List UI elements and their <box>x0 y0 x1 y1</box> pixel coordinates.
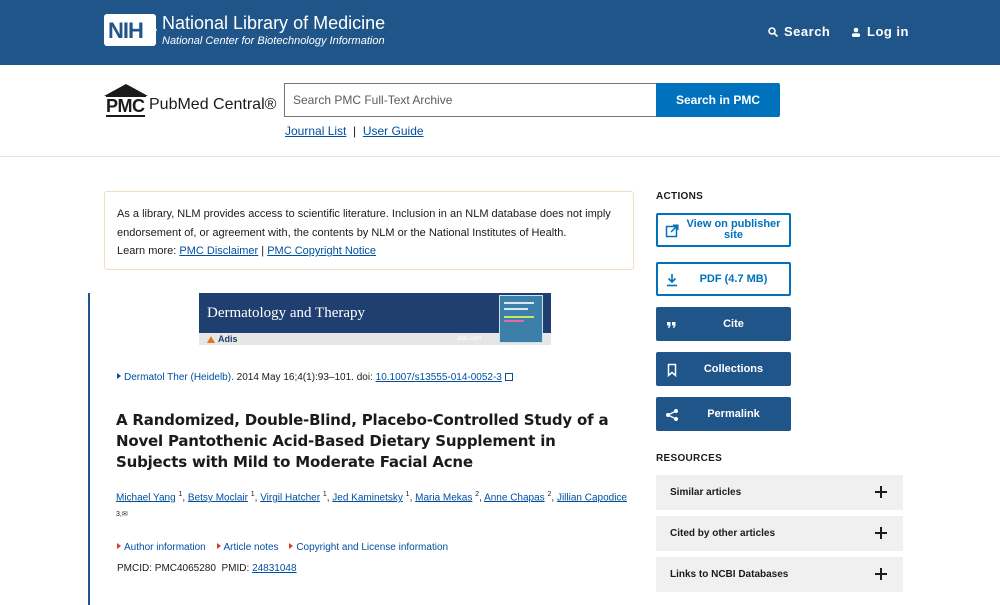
author-link[interactable]: Anne Chapas <box>484 492 545 503</box>
disclaimer-separator: | <box>261 245 265 257</box>
author-link[interactable]: Maria Mekas <box>415 492 472 503</box>
journal-citation-link[interactable]: Dermatol Ther (Heidelb). <box>124 372 234 383</box>
author-link[interactable]: Michael Yang <box>116 492 176 503</box>
author-affiliation: 1 <box>250 491 255 498</box>
collections-button[interactable]: Collections <box>656 352 791 386</box>
quote-icon <box>667 322 676 329</box>
adis-url: adis.com <box>457 336 482 342</box>
cited-by-label: Cited by other articles <box>670 528 776 539</box>
author-list: Michael Yang 1, Betsy Moclair 1, Virgil … <box>116 488 636 522</box>
login-label: Log in <box>867 24 909 39</box>
plus-icon <box>875 568 887 580</box>
pmid-link[interactable]: 24831048 <box>252 563 297 574</box>
pmcid: PMCID: PMC4065280 <box>117 563 216 574</box>
similar-articles-label: Similar articles <box>670 487 742 498</box>
pdf-download-button[interactable]: PDF (4.7 MB) <box>656 262 791 296</box>
actions-heading: ACTIONS <box>656 191 704 202</box>
article-notes-toggle[interactable]: Article notes <box>216 542 279 553</box>
plus-icon <box>875 527 887 539</box>
nlm-disclaimer: As a library, NLM provides access to sci… <box>104 191 634 270</box>
article-info-links: Author information Article notes Copyrig… <box>117 542 456 553</box>
pmc-logo[interactable]: PMC PubMed Central® <box>104 83 279 119</box>
pdf-label: PDF (4.7 MB) <box>699 272 768 285</box>
nih-logo-arrow <box>145 14 157 46</box>
pmc-logo-mark: PMC <box>106 96 145 117</box>
collections-label: Collections <box>703 362 764 375</box>
copyright-info-toggle[interactable]: Copyright and License information <box>289 542 448 553</box>
sub-links-separator: | <box>353 124 357 138</box>
author-affiliation: 3,✉ <box>116 511 128 519</box>
learn-more-label: Learn more: <box>117 245 177 257</box>
pmc-logo-name: PubMed Central® <box>149 96 277 113</box>
external-link-icon <box>665 224 679 238</box>
article-left-rule <box>88 293 90 605</box>
cite-label: Cite <box>723 317 744 330</box>
top-search-button[interactable]: Search <box>768 24 830 39</box>
user-guide-link[interactable]: User Guide <box>363 124 424 138</box>
article-citation: Dermatol Ther (Heidelb). 2014 May 16;4(1… <box>117 372 513 383</box>
copyright-info-label: Copyright and License information <box>296 542 449 553</box>
login-button[interactable]: Log in <box>851 24 909 39</box>
user-icon <box>852 27 860 37</box>
journal-banner[interactable]: Dermatology and Therapy Adis adis.com <box>199 293 551 345</box>
author-information-toggle[interactable]: Author information <box>117 542 206 553</box>
cited-by-toggle[interactable]: Cited by other articles <box>656 516 903 551</box>
adis-logo-text: Adis <box>218 334 238 344</box>
ncbi-links-label: Links to NCBI Databases <box>670 569 789 580</box>
ncbi-subtitle: National Center for Biotechnology Inform… <box>162 35 385 47</box>
share-icon <box>666 409 678 421</box>
pmc-disclaimer-link[interactable]: PMC Disclaimer <box>179 245 258 257</box>
doi-link[interactable]: 10.1007/s13555-014-0052-3 <box>376 372 502 383</box>
article-title: A Randomized, Double-Blind, Placebo-Cont… <box>116 411 609 471</box>
external-link-icon <box>504 373 513 381</box>
journal-list-link[interactable]: Journal List <box>285 124 346 138</box>
adis-triangle-icon <box>207 336 215 343</box>
view-on-publisher-button[interactable]: View on publisher site <box>656 213 791 247</box>
author-affiliation: 1 <box>405 491 410 498</box>
bookmark-icon <box>667 363 677 377</box>
cite-button[interactable]: Cite <box>656 307 791 341</box>
nlm-title[interactable]: National Library of Medicine <box>162 13 385 34</box>
permalink-label: Permalink <box>707 407 760 420</box>
resources-heading: RESOURCES <box>656 453 723 464</box>
pmc-search-input[interactable]: Search PMC Full-Text Archive <box>284 83 657 117</box>
plus-icon <box>875 486 887 498</box>
top-search-label: Search <box>784 24 831 39</box>
expand-triangle-icon <box>289 543 294 549</box>
disclaimer-text: As a library, NLM provides access to sci… <box>117 208 611 239</box>
expand-triangle-icon <box>117 373 121 379</box>
pmid-label: PMID: <box>221 563 250 574</box>
view-on-publisher-label: View on publisher site <box>686 218 781 241</box>
similar-articles-toggle[interactable]: Similar articles <box>656 475 903 510</box>
author-affiliation: 1 <box>322 491 327 498</box>
author-link[interactable]: Jillian Capodice <box>557 492 627 503</box>
author-link[interactable]: Betsy Moclair <box>188 492 248 503</box>
author-affiliation: 2 <box>475 491 480 498</box>
author-information-label: Author information <box>124 542 206 553</box>
author-affiliation: 2 <box>547 491 552 498</box>
author-affiliation: 1 <box>178 491 183 498</box>
article-notes-label: Article notes <box>223 542 279 553</box>
journal-banner-name: Dermatology and Therapy <box>207 305 366 321</box>
article-ids: PMCID: PMC4065280 PMID: 24831048 <box>117 563 297 574</box>
pmc-roof-icon <box>104 84 148 97</box>
permalink-button[interactable]: Permalink <box>656 397 791 431</box>
pmc-sub-links: Journal List | User Guide <box>285 124 424 138</box>
pmc-copyright-link[interactable]: PMC Copyright Notice <box>267 245 376 257</box>
download-icon <box>667 274 677 287</box>
author-link[interactable]: Jed Kaminetsky <box>332 492 403 503</box>
search-in-pmc-button[interactable]: Search in PMC <box>656 83 780 117</box>
expand-triangle-icon <box>216 543 221 549</box>
adis-logo: Adis <box>207 333 238 345</box>
search-icon <box>768 26 778 37</box>
nih-logo-text: NIH <box>108 18 144 43</box>
journal-cover-image <box>499 295 543 343</box>
author-link[interactable]: Virgil Hatcher <box>260 492 320 503</box>
nih-header-bar: NIH National Library of Medicine Nationa… <box>0 0 1000 65</box>
expand-triangle-icon <box>117 543 121 549</box>
ncbi-links-toggle[interactable]: Links to NCBI Databases <box>656 557 903 592</box>
citation-details: 2014 May 16;4(1):93–101. doi: <box>236 372 373 383</box>
